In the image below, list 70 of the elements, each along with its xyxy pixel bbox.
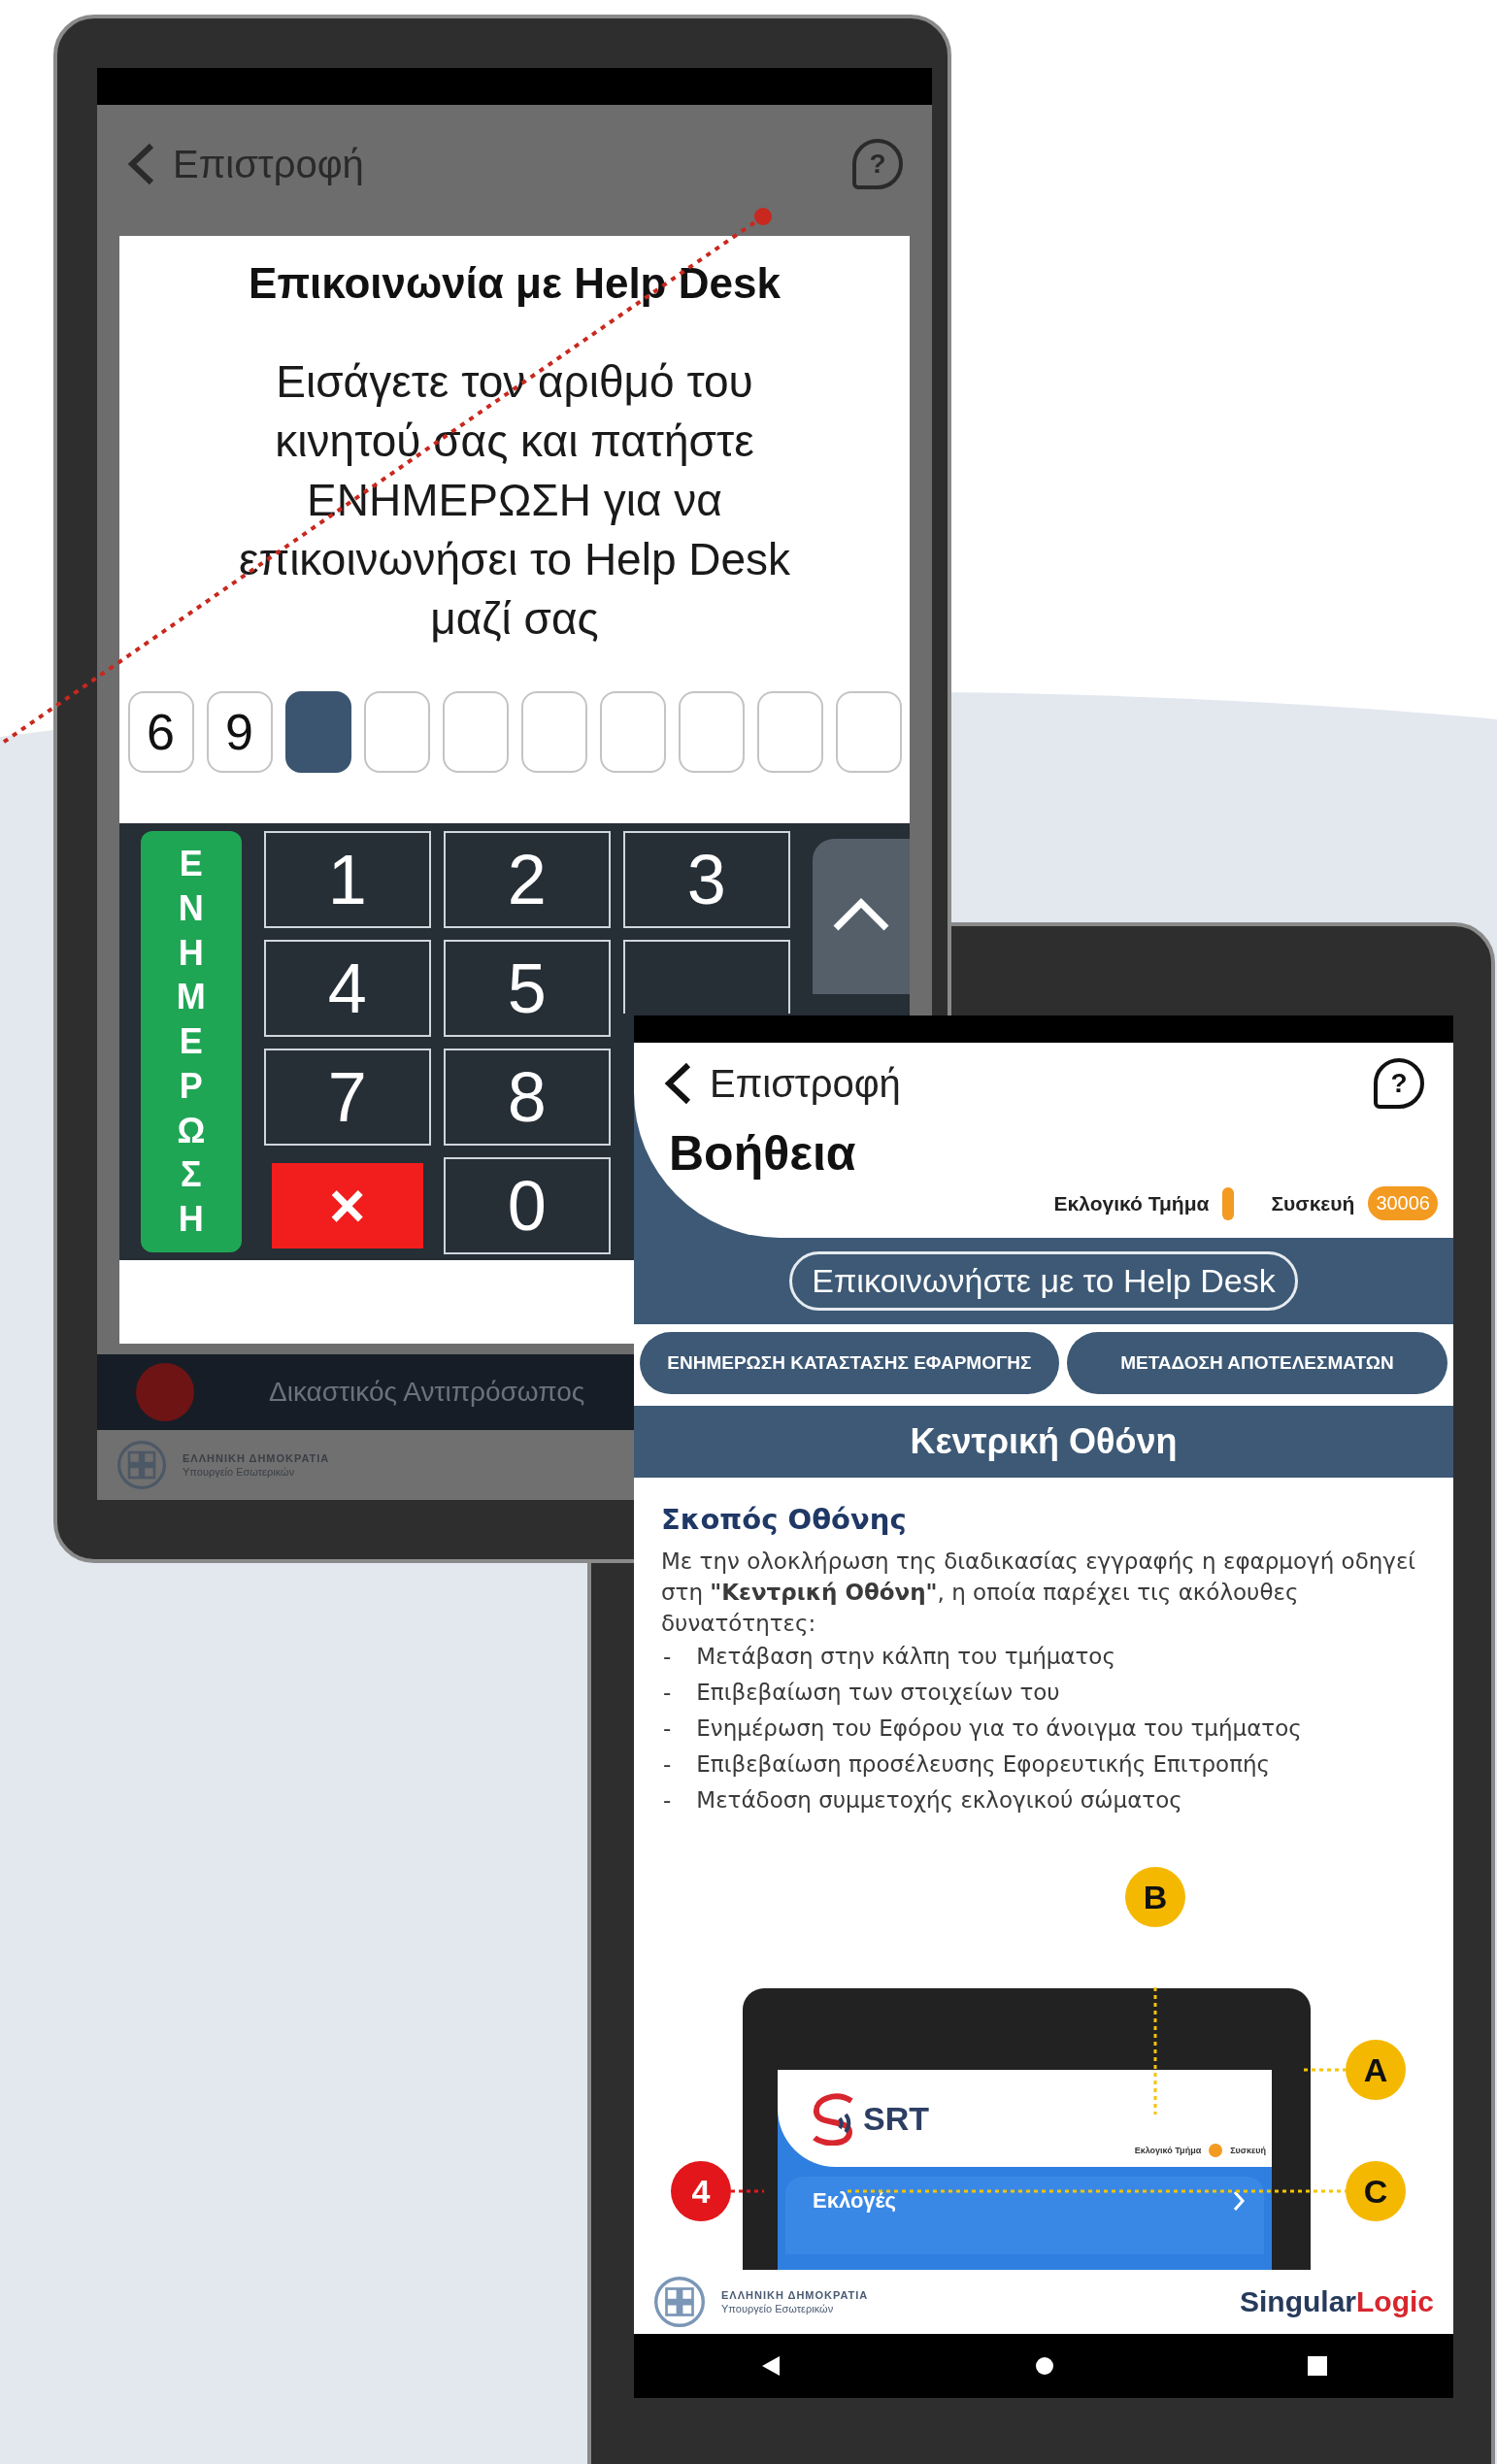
- callout-marker: A: [1346, 2040, 1406, 2100]
- section-label: Εκλογικό Τμήμα: [1134, 2146, 1202, 2155]
- footer-title: ΕΛΛΗΝΙΚΗ ΔΗΜΟΚΡΑΤΙΑ: [721, 2289, 869, 2301]
- keypad-key[interactable]: 4: [263, 940, 431, 1037]
- list-dash: -: [663, 1750, 672, 1779]
- action-button[interactable]: ΜΕΤΑΔΟΣΗ ΑΠΟΤΕΛΕΣΜΑΤΩΝ: [1066, 1332, 1447, 1394]
- leader-line: [1304, 2068, 1346, 2072]
- digit-field[interactable]: [363, 691, 430, 773]
- digit-field[interactable]: 9: [206, 691, 273, 773]
- digit-field[interactable]: [442, 691, 509, 773]
- list-item-text: Επιβεβαίωση των στοιχείων του: [696, 1679, 1060, 1707]
- content-paragraph: Με την ολοκλήρωση της διαδικασίας εγγραφής η εφαρμογή οδηγεί στη "Κεντρική Οθόνη", η οποία παρέχει τις ακόλουθες δυνατότητες:: [661, 1548, 1417, 1638]
- digit-field[interactable]: [284, 691, 351, 773]
- digit-field[interactable]: [756, 691, 823, 773]
- device-label: Συσκευή: [1230, 2146, 1266, 2155]
- chevron-left-icon: [126, 143, 155, 185]
- content-heading: Σκοπός Οθόνης: [661, 1503, 908, 1536]
- device-label: Συσκευή: [1271, 1191, 1355, 1215]
- keypad-key[interactable]: 7: [263, 1049, 431, 1146]
- delete-key[interactable]: ×: [271, 1163, 423, 1249]
- help-button[interactable]: ?: [1374, 1058, 1424, 1109]
- keypad-key[interactable]: 3: [622, 831, 790, 928]
- list-dash: -: [663, 1643, 672, 1671]
- list-item-text: Μετάδοση συμμετοχής εκλογικού σώματος: [696, 1786, 1182, 1815]
- recents-nav-icon[interactable]: [1307, 2356, 1327, 2376]
- chevron-left-icon: [663, 1062, 692, 1105]
- number-badge: [136, 1363, 194, 1421]
- keypad-key[interactable]: [622, 940, 790, 1014]
- dialog-message: Εισάγετε τον αριθμό του κινητού σας και πατήστε ΕΝΗΜΕΡΩΣΗ για να επικοινωνήσει το Help Desk μαζί σας: [237, 355, 792, 646]
- digit-field[interactable]: [520, 691, 587, 773]
- digit-field[interactable]: [599, 691, 666, 773]
- callout-marker: 4: [671, 2161, 731, 2221]
- section-indicator: [1209, 2144, 1223, 2157]
- list-item-text: Ενημέρωση του Εφόρου για το άνοιγμα του τμήματος: [696, 1715, 1302, 1743]
- section-label: Εκλογικό Τμήμα: [1053, 1191, 1210, 1215]
- callout-marker: C: [1346, 2161, 1406, 2221]
- logo-text: SRT: [863, 2099, 929, 2138]
- chevron-right-icon: [1233, 2190, 1245, 2212]
- keypad-key[interactable]: 8: [443, 1049, 611, 1146]
- dialog-title: Επικοινωνία με Help Desk: [249, 259, 781, 308]
- brand-logo-text: SingularLogic: [1240, 2285, 1434, 2318]
- list-item-text: Επιβεβαίωση προσέλευσης Εφορευτικής Επιτροπής: [696, 1750, 1271, 1779]
- crest-icon: [116, 1440, 167, 1490]
- section-title: Κεντρική Οθόνη: [634, 1406, 1453, 1478]
- section-indicator: [1222, 1186, 1235, 1220]
- keypad-key[interactable]: 0: [443, 1157, 611, 1254]
- action-button[interactable]: ΕΝΗΜΕΡΩΣΗ ΚΑΤΑΣΤΑΣΗΣ ΕΦΑΡΜΟΓΗΣ: [640, 1332, 1059, 1394]
- device-number: 30006: [1368, 1186, 1438, 1220]
- list-dash: -: [663, 1715, 672, 1743]
- menu-item-text: Δικαστικός Αντιπρόσωπος: [269, 1377, 585, 1408]
- leader-line: [731, 2189, 764, 2193]
- chevron-up-icon: [831, 897, 890, 932]
- footer-subtitle: Υπουργείο Εσωτερικών: [721, 2303, 835, 2314]
- keypad-key[interactable]: 5: [443, 940, 611, 1037]
- list-item-text: Μετάβαση στην κάλπη του τμήματος: [696, 1643, 1115, 1671]
- home-nav-icon[interactable]: [1035, 2356, 1054, 2376]
- list-dash: -: [663, 1679, 672, 1707]
- keypad-key[interactable]: 1: [263, 831, 431, 928]
- keypad-key[interactable]: 2: [443, 831, 611, 928]
- crest-icon: [653, 2276, 706, 2328]
- digit-field[interactable]: [678, 691, 745, 773]
- back-link[interactable]: Επιστροφή: [663, 1061, 901, 1106]
- callout-marker: B: [1125, 1867, 1185, 1927]
- list-dash: -: [663, 1786, 672, 1815]
- collapse-button[interactable]: [812, 839, 910, 994]
- helpdesk-button[interactable]: Επικοινωνήστε με το Help Desk: [789, 1251, 1298, 1311]
- back-nav-icon[interactable]: [760, 2354, 782, 2378]
- digit-field[interactable]: [835, 691, 902, 773]
- digit-field[interactable]: 6: [127, 691, 194, 773]
- page-title: Βοήθεια: [668, 1125, 857, 1182]
